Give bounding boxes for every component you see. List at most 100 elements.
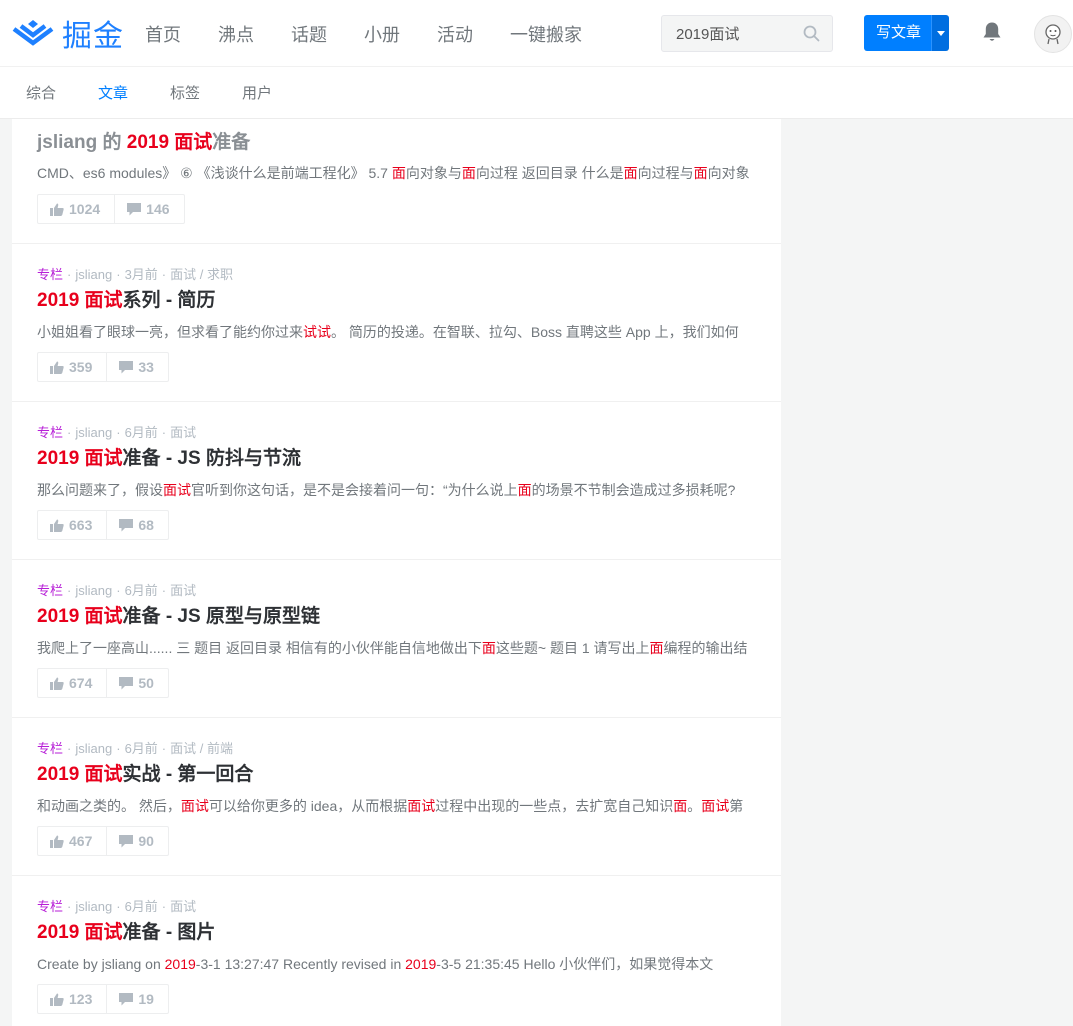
like-button[interactable]: 359 [38,353,106,381]
text-segment: 。 [687,798,702,814]
keyword-highlight: 面 [481,640,496,656]
text-segment: 准备 - JS 防抖与节流 [122,448,301,469]
comment-button[interactable]: 68 [106,511,168,539]
article-tags[interactable]: 面试 / 求职 [170,267,233,282]
comment-button[interactable]: 33 [106,353,168,381]
article-item[interactable]: jsliang 的 2019 面试准备 CMD、es6 modules》 ⑥ 《… [12,119,781,244]
nav-item-import[interactable]: 一键搬家 [510,21,582,47]
comment-button[interactable]: 146 [114,195,183,223]
search-box [661,15,833,52]
like-count: 359 [69,359,93,375]
notification-bell-icon[interactable] [982,21,1002,43]
text-segment: 那么问题来了，假设 [37,482,163,498]
author-name[interactable]: jsliang [75,899,112,914]
article-item[interactable]: 专栏 · jsliang · 3月前 · 面试 / 求职 2019 面试系列 - 简历 小姐… [12,244,781,402]
author-name[interactable]: jsliang [75,267,112,282]
like-count: 663 [69,517,93,533]
keyword-highlight: 2019 面试 [37,448,123,469]
article-actions: 467 90 [37,826,169,856]
nav-item-topics[interactable]: 话题 [291,21,327,47]
article-meta: 专栏 · jsliang · 6月前 · 面试 [37,899,197,914]
write-article-group: 写文章 [864,15,950,51]
text-segment: 向对象与 [405,165,462,181]
text-segment: 准备 - 图片 [122,922,216,943]
thumb-up-icon [50,835,64,848]
article-title[interactable]: jsliang 的 2019 面试准备 [37,127,250,154]
article-title[interactable]: 2019 面试系列 - 简历 [37,285,215,312]
article-tags[interactable]: 面试 [170,899,196,914]
text-segment: 实战 - 第一回合 [122,764,254,785]
author-name[interactable]: jsliang [75,583,112,598]
article-abstract: 小姐姐看了眼球一亮，但求看了能约你过来试试。 简历的投递。在智联、拉勾、Boss… [37,322,755,342]
logo[interactable]: 掘金 [12,13,124,54]
comment-icon [119,992,134,1005]
article-abstract: Create by jsliang on 2019-3-1 13:27:47 R… [37,954,755,974]
comment-icon [119,834,134,847]
post-time: 3月前 [124,267,158,282]
text-segment: 可以给你更多的 idea，从而根据 [208,798,408,814]
text-segment: 过程中出现的一些点，去扩宽自己知识 [435,798,674,814]
column-label[interactable]: 专栏 [37,583,63,598]
article-actions: 674 50 [37,668,169,698]
column-label[interactable]: 专栏 [37,267,63,282]
nav-item-events[interactable]: 活动 [437,21,473,47]
nav-item-pins[interactable]: 沸点 [218,21,254,47]
comment-button[interactable]: 90 [106,827,168,855]
like-button[interactable]: 663 [38,511,106,539]
comment-count: 146 [146,201,170,217]
like-button[interactable]: 674 [38,669,106,697]
article-tags[interactable]: 面试 [170,583,196,598]
text-segment: 准备 [212,132,251,153]
column-label[interactable]: 专栏 [37,741,63,756]
nav-item-home[interactable]: 首页 [145,21,181,47]
comment-button[interactable]: 19 [106,985,168,1013]
top-header: 掘金 首页 沸点 话题 小册 活动 一键搬家 写文章 [0,0,1073,67]
text-segment: 向对象 [707,165,750,181]
user-avatar[interactable] [1034,15,1072,53]
tab-users[interactable]: 用户 [242,82,272,103]
article-item[interactable]: 专栏 · jsliang · 6月前 · 面试 2019 面试准备 - 图片 Create … [12,876,781,1026]
keyword-highlight: 2019 面试 [37,290,123,311]
thumb-up-icon [50,677,64,690]
article-title[interactable]: 2019 面试实战 - 第一回合 [37,759,253,786]
keyword-highlight: 面 [517,482,532,498]
post-time: 6月前 [124,899,158,914]
search-icon[interactable] [803,25,820,42]
search-input[interactable] [662,16,792,51]
article-tags[interactable]: 面试 / 前端 [170,741,233,756]
keyword-highlight: 试试 [303,324,331,340]
text-segment: 准备 - JS 原型与原型链 [122,606,320,627]
comment-button[interactable]: 50 [106,669,168,697]
like-count: 467 [69,833,93,849]
article-title[interactable]: 2019 面试准备 - 图片 [37,917,215,944]
keyword-highlight: 面 [649,640,664,656]
avatar-icon [1045,24,1061,45]
keyword-highlight: 2019 面试 [126,132,213,153]
comment-count: 68 [138,517,154,533]
like-button[interactable]: 467 [38,827,106,855]
write-dropdown-button[interactable] [931,15,950,51]
like-button[interactable]: 1024 [38,195,114,223]
nav-item-books[interactable]: 小册 [364,21,400,47]
article-title[interactable]: 2019 面试准备 - JS 原型与原型链 [37,601,320,628]
article-item[interactable]: 专栏 · jsliang · 6月前 · 面试 2019 面试准备 - JS 原型与原型链 … [12,560,781,718]
thumb-up-icon [50,993,64,1006]
article-title[interactable]: 2019 面试准备 - JS 防抖与节流 [37,443,301,470]
keyword-highlight: 面试 [701,798,730,814]
tab-all[interactable]: 综合 [26,82,56,103]
author-name[interactable]: jsliang [75,741,112,756]
like-count: 674 [69,675,93,691]
article-item[interactable]: 专栏 · jsliang · 6月前 · 面试 / 前端 2019 面试实战 - 第一回合 … [12,718,781,876]
article-tags[interactable]: 面试 [170,425,196,440]
tab-articles[interactable]: 文章 [98,82,128,103]
column-label[interactable]: 专栏 [37,425,63,440]
tab-tags[interactable]: 标签 [170,82,200,103]
post-time: 6月前 [124,741,158,756]
article-item[interactable]: 专栏 · jsliang · 6月前 · 面试 2019 面试准备 - JS 防抖与节流 那… [12,402,781,560]
write-article-button[interactable]: 写文章 [864,15,932,51]
like-button[interactable]: 123 [38,985,106,1013]
author-name[interactable]: jsliang [75,425,112,440]
comment-icon [119,360,134,373]
comment-icon [119,676,134,689]
column-label[interactable]: 专栏 [37,899,63,914]
